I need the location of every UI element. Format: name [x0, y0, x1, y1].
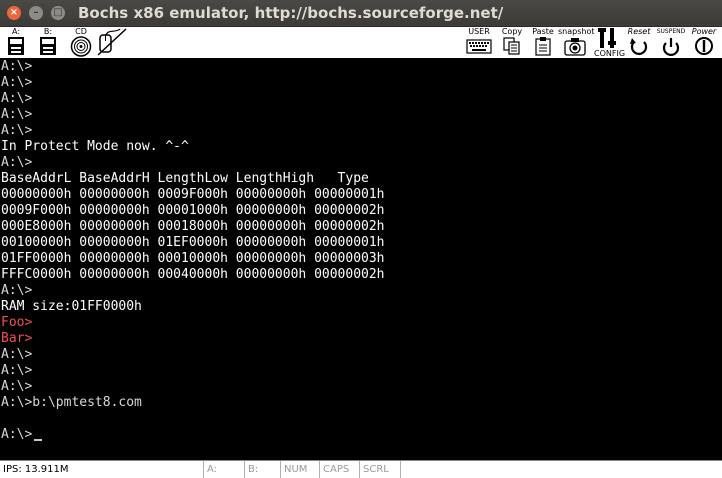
camera-icon [564, 38, 586, 56]
config-label: CONFIG [594, 49, 626, 58]
paste-button[interactable]: Paste [530, 27, 556, 58]
suspend-button[interactable]: SUSPEND [655, 27, 687, 58]
console-line: Foo> [1, 315, 33, 330]
minimize-window-button[interactable]: – [29, 6, 43, 20]
console-line: A:\> [1, 59, 33, 74]
reset-icon [630, 38, 648, 55]
ips-indicator: IPS: 13.911M [3, 464, 69, 475]
mouse-capture-button[interactable] [96, 27, 128, 58]
scroll-lock-indicator: SCRL [359, 461, 399, 478]
console-line: In Protect Mode now. ^-^ [1, 139, 189, 154]
console-line: A:\> [1, 155, 33, 170]
console-line: A:\> [1, 283, 33, 298]
copy-label: Copy [501, 27, 523, 36]
floppy-drive-icon [8, 37, 24, 55]
window-title: Bochs x86 emulator, http://bochs.sourcef… [78, 4, 504, 22]
console-line: A:\> [1, 379, 33, 394]
console-line: 0009F000h 00000000h 00001000h 00000000h … [1, 203, 385, 218]
reset-button[interactable]: Reset [624, 27, 654, 58]
snapshot-button[interactable]: snapshot [558, 27, 595, 58]
user-label: USER [468, 27, 490, 36]
console-line: A:\> [1, 427, 33, 442]
floppy-a-button[interactable]: A: [4, 27, 28, 58]
floppy-b-label: B: [43, 27, 53, 36]
cdrom-button[interactable]: CD [68, 27, 94, 58]
console-line: A:\> [1, 347, 33, 362]
close-window-button[interactable]: × [7, 6, 21, 20]
user-button[interactable]: USER [465, 27, 493, 58]
title-bar: × – □ Bochs x86 emulator, http://bochs.s… [0, 0, 722, 27]
console-line: 01FF0000h 00000000h 00010000h 00000000h … [1, 251, 385, 266]
console-line: A:\> [1, 91, 33, 106]
status-bar: IPS: 13.911M A: B: NUM CAPS SCRL [0, 460, 722, 478]
console-line: RAM size:01FF0000h [1, 299, 142, 314]
console-line: 000E8000h 00000000h 00018000h 00000000h … [1, 219, 385, 234]
suspend-label: SUSPEND [656, 28, 686, 35]
floppy-b-button[interactable]: B: [36, 27, 60, 58]
text-cursor [34, 439, 43, 441]
console-line: A:\>b:\pmtest8.com [1, 395, 142, 410]
config-icon [598, 28, 616, 48]
paste-icon [535, 37, 551, 56]
console-line: A:\> [1, 107, 33, 122]
bochs-toolbar: A: B: CD USER Copy Paste snapshot CONFIG… [0, 27, 722, 59]
power-label: Power [691, 27, 717, 36]
caps-lock-indicator: CAPS [319, 461, 358, 478]
floppy-drive-icon [40, 37, 56, 55]
cdrom-label: CD [75, 27, 87, 36]
console-line: FFFC0000h 00000000h 00040000h 00000000h … [1, 267, 385, 282]
floppy-a-indicator: A: [203, 461, 243, 478]
reset-label: Reset [627, 27, 651, 36]
floppy-a-label: A: [11, 27, 21, 36]
paste-label: Paste [532, 27, 554, 36]
suspend-icon [662, 38, 680, 56]
copy-icon [503, 37, 520, 55]
floppy-b-indicator: B: [244, 461, 279, 478]
status-empty-cell [400, 461, 722, 478]
console-line: A:\> [1, 75, 33, 90]
power-icon [695, 37, 713, 55]
console-line: Bar> [1, 331, 33, 346]
power-button[interactable]: Power [688, 27, 720, 58]
maximize-window-button[interactable]: □ [51, 6, 65, 20]
copy-button[interactable]: Copy [500, 27, 524, 58]
console-line: 00100000h 00000000h 01EF0000h 00000000h … [1, 235, 385, 250]
mouse-icon [97, 28, 127, 56]
keyboard-icon [466, 39, 492, 54]
cdrom-icon [70, 36, 92, 57]
console-line: 00000000h 00000000h 0009F000h 00000000h … [1, 187, 385, 202]
console-line: BaseAddrL BaseAddrH LengthLow LengthHigh… [1, 171, 369, 186]
num-lock-indicator: NUM [280, 461, 318, 478]
emulator-console[interactable]: A:\> A:\> A:\> A:\> A:\> In Protect Mode now.… [0, 59, 722, 460]
config-button[interactable]: CONFIG [594, 27, 626, 58]
console-line: A:\> [1, 363, 33, 378]
snapshot-label: snapshot [558, 27, 595, 36]
console-line: A:\> [1, 123, 33, 138]
